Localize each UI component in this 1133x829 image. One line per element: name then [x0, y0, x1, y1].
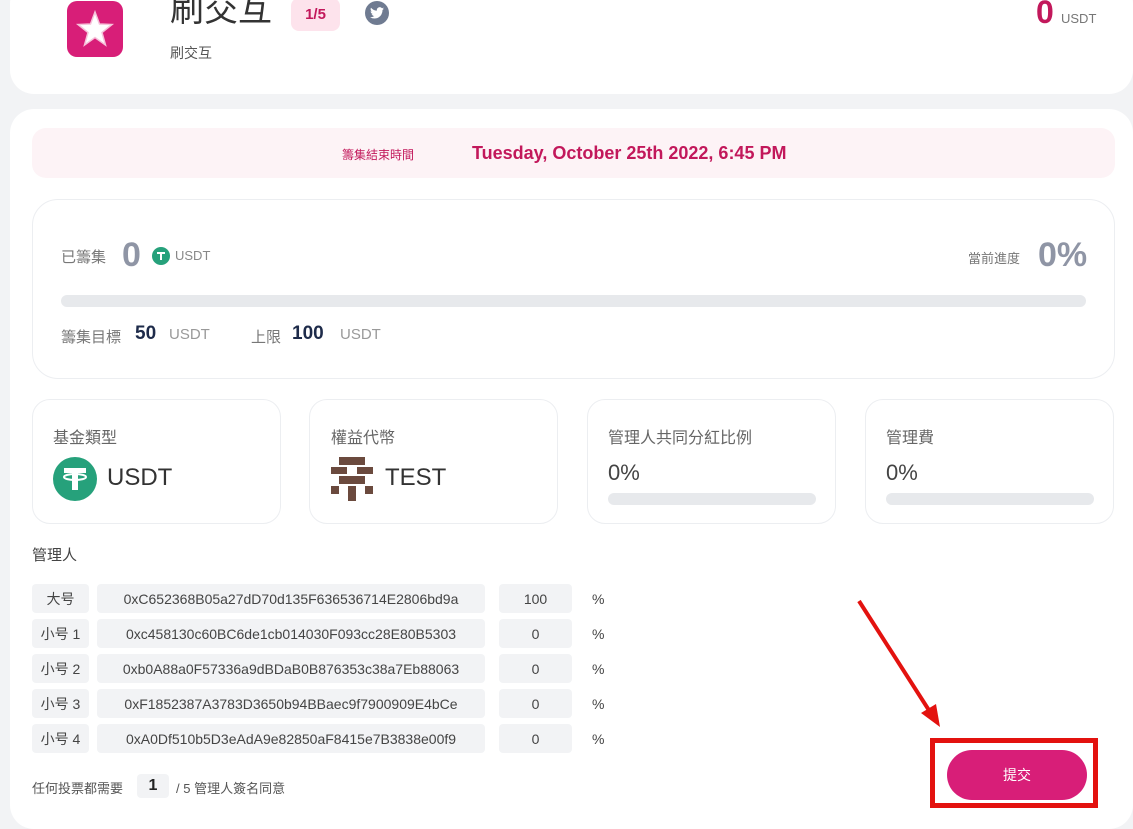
cap-unit: USDT — [340, 326, 381, 343]
manager-share-label: 管理人共同分紅比例 — [608, 430, 753, 447]
fund-type-value: USDT — [107, 464, 173, 491]
deadline-label: 籌集結束時間 — [342, 148, 415, 162]
manager-fee-label: 管理費 — [886, 430, 935, 447]
progress-label: 當前進度 — [968, 251, 1021, 266]
vote-threshold-input[interactable]: 1 — [137, 774, 169, 798]
percent-sign: % — [592, 591, 605, 607]
project-logo — [67, 1, 123, 57]
manager-role: 小号 3 — [32, 689, 89, 718]
progress-value: 0% — [1038, 236, 1088, 274]
raised-label: 已籌集 — [61, 249, 107, 266]
progress-bar — [61, 295, 1086, 307]
star-icon — [75, 9, 115, 47]
manager-address-field[interactable]: 0xF1852387A3783D3650b94BBaec9f7900909E4b… — [97, 689, 485, 718]
raised-unit: USDT — [175, 248, 211, 263]
percent-sign: % — [592, 696, 605, 712]
manager-fee-value: 0% — [886, 460, 918, 485]
deadline-value: Tuesday, October 25th 2022, 6:45 PM — [472, 143, 787, 163]
balance-unit: USDT — [1061, 11, 1097, 26]
manager-share-field[interactable]: 100 — [499, 584, 572, 613]
cap-value: 100 — [292, 323, 324, 344]
twitter-icon[interactable] — [365, 1, 389, 25]
manager-share-field[interactable]: 0 — [499, 724, 572, 753]
vote-threshold-prefix: 任何投票都需要 — [32, 781, 124, 796]
goal-unit: USDT — [169, 326, 210, 343]
vote-threshold-suffix: / 5 管理人簽名同意 — [176, 781, 286, 796]
percent-sign: % — [592, 661, 605, 677]
fundraising-progress-card — [32, 199, 1115, 379]
manager-role: 小号 1 — [32, 619, 89, 648]
managers-title: 管理人 — [32, 547, 78, 564]
manager-role: 小号 2 — [32, 654, 89, 683]
goal-value: 50 — [135, 323, 157, 344]
balance-value: 0 — [1036, 0, 1054, 30]
manager-share-field[interactable]: 0 — [499, 619, 572, 648]
tether-icon — [53, 457, 97, 501]
annotation-highlight-box — [930, 738, 1098, 808]
manager-share-field[interactable]: 0 — [499, 654, 572, 683]
project-subtitle: 刷交互 — [170, 45, 212, 61]
percent-sign: % — [592, 626, 605, 642]
manager-role: 小号 4 — [32, 724, 89, 753]
equity-token-value: TEST — [385, 464, 447, 491]
fund-type-label: 基金類型 — [53, 430, 118, 447]
manager-role: 大号 — [32, 584, 89, 613]
manager-fee-bar — [886, 493, 1094, 505]
percent-sign: % — [592, 731, 605, 747]
manager-share-field[interactable]: 0 — [499, 689, 572, 718]
manager-count-badge: 1/5 — [291, 0, 340, 31]
token-identicon-icon — [331, 457, 373, 501]
tether-icon — [152, 247, 170, 265]
raised-value: 0 — [122, 236, 141, 274]
annotation-arrow-icon — [857, 599, 940, 727]
manager-address-field[interactable]: 0xA0Df510b5D3eAdA9e82850aF8415e7B3838e00… — [97, 724, 485, 753]
manager-share-bar — [608, 493, 816, 505]
project-title: 刷交互 — [170, 0, 272, 29]
manager-address-field[interactable]: 0xC652368B05a27dD70d135F636536714E2806bd… — [97, 584, 485, 613]
manager-address-field[interactable]: 0xc458130c60BC6de1cb014030F093cc28E80B53… — [97, 619, 485, 648]
manager-address-field[interactable]: 0xb0A88a0F57336a9dBDaB0B876353c38a7Eb880… — [97, 654, 485, 683]
equity-token-label: 權益代幣 — [331, 430, 396, 447]
manager-share-value: 0% — [608, 460, 640, 485]
goal-label: 籌集目標 — [61, 329, 122, 346]
cap-label: 上限 — [251, 329, 282, 346]
